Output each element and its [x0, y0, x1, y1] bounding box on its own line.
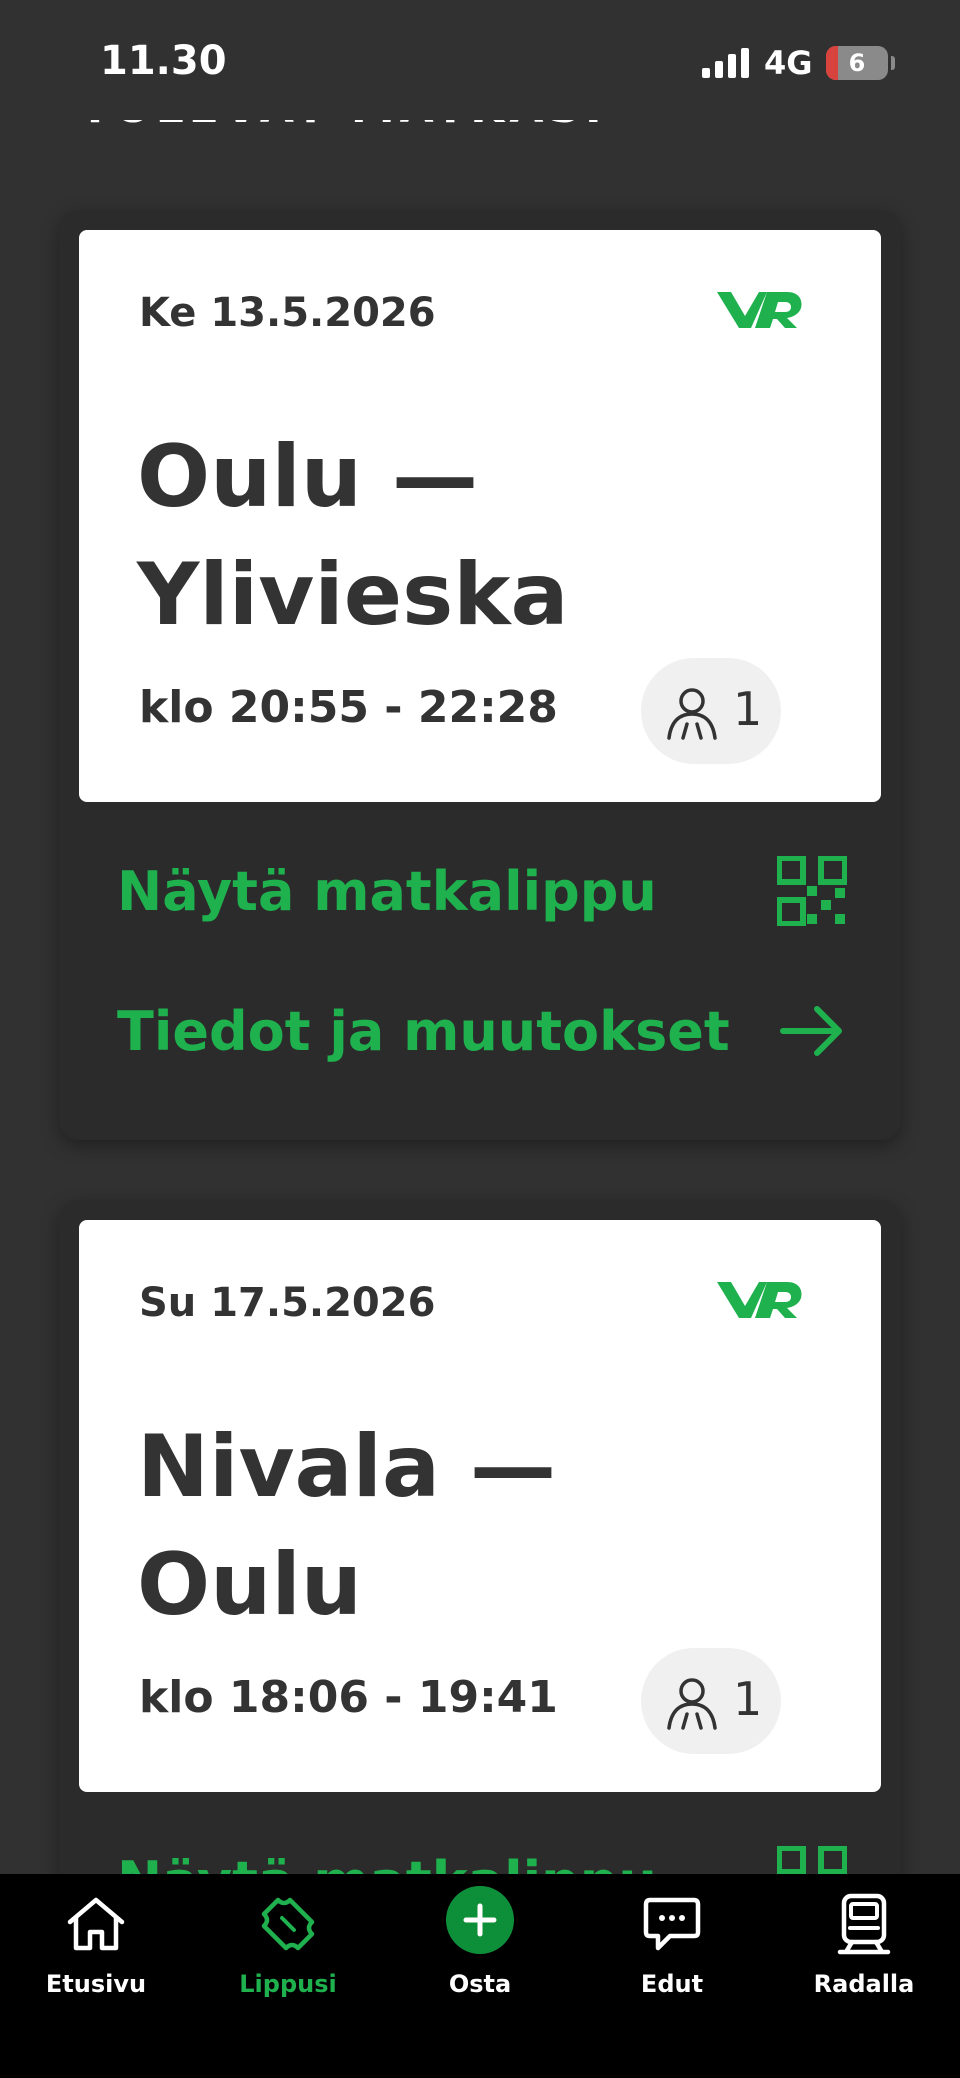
- arrow-right-icon: [780, 1006, 842, 1056]
- details-label: Tiedot ja muutokset: [117, 1000, 730, 1063]
- tab-label: Osta: [448, 1970, 512, 1998]
- tab-edut[interactable]: Edut: [576, 1874, 768, 2004]
- battery-level: 6: [848, 49, 866, 77]
- tab-label: Edut: [640, 1970, 704, 1998]
- battery-icon: 6: [826, 46, 888, 80]
- tab-label: Radalla: [813, 1970, 915, 1998]
- trip-time: klo 20:55 - 22:28: [139, 682, 558, 733]
- train-icon: [837, 1893, 891, 1955]
- passenger-count: 1: [733, 682, 763, 736]
- home-icon: [67, 1897, 125, 1951]
- trip-date: Ke 13.5.2026: [139, 290, 436, 336]
- trip-card: Ke 13.5.2026 Oulu — Ylivieska klo 20:55 …: [59, 210, 901, 1140]
- tab-label: Lippusi: [239, 1970, 337, 1998]
- route-line-1: Nivala —: [137, 1417, 556, 1517]
- ticket-icon: [261, 1897, 315, 1951]
- person-icon: [667, 1678, 717, 1730]
- status-bar: 11.30 4G 6: [0, 0, 960, 120]
- vr-logo-icon: [717, 292, 802, 328]
- details-and-changes-button[interactable]: Tiedot ja muutokset: [117, 990, 847, 1070]
- show-ticket-label: Näytä matkalippu: [117, 860, 657, 923]
- passenger-count-badge: 1: [641, 1648, 781, 1754]
- status-time: 11.30: [100, 38, 227, 84]
- route-line-1: Oulu —: [137, 427, 478, 527]
- qr-code-icon: [777, 856, 847, 926]
- show-ticket-button[interactable]: Näytä matkalippu: [117, 850, 847, 930]
- plus-icon: [463, 1903, 497, 1937]
- tab-lippusi[interactable]: Lippusi: [192, 1874, 384, 2004]
- passenger-count: 1: [733, 1672, 763, 1726]
- route-line-2: Ylivieska: [137, 545, 569, 645]
- ticket-summary[interactable]: Su 17.5.2026 Nivala — Oulu klo 18:06 - 1…: [79, 1220, 881, 1792]
- tab-radalla[interactable]: Radalla: [768, 1874, 960, 2004]
- bottom-tab-bar: Etusivu Lippusi Osta Edut Radalla: [0, 1874, 960, 2078]
- trip-route: Oulu — Ylivieska: [137, 418, 569, 654]
- passenger-count-badge: 1: [641, 658, 781, 764]
- ticket-summary[interactable]: Ke 13.5.2026 Oulu — Ylivieska klo 20:55 …: [79, 230, 881, 802]
- trip-date: Su 17.5.2026: [139, 1280, 436, 1326]
- chat-icon: [643, 1897, 701, 1951]
- trip-route: Nivala — Oulu: [137, 1408, 556, 1644]
- battery-tip: [891, 56, 895, 70]
- tab-label: Etusivu: [45, 1970, 147, 1998]
- signal-icon: [702, 48, 749, 78]
- network-type: 4G: [764, 44, 813, 82]
- vr-logo-icon: [717, 1282, 802, 1318]
- person-icon: [667, 688, 717, 740]
- tab-osta[interactable]: Osta: [384, 1874, 576, 2004]
- buy-button-circle: [446, 1886, 514, 1954]
- tab-etusivu[interactable]: Etusivu: [0, 1874, 192, 2004]
- trip-time: klo 18:06 - 19:41: [139, 1672, 558, 1723]
- route-line-2: Oulu: [137, 1535, 363, 1635]
